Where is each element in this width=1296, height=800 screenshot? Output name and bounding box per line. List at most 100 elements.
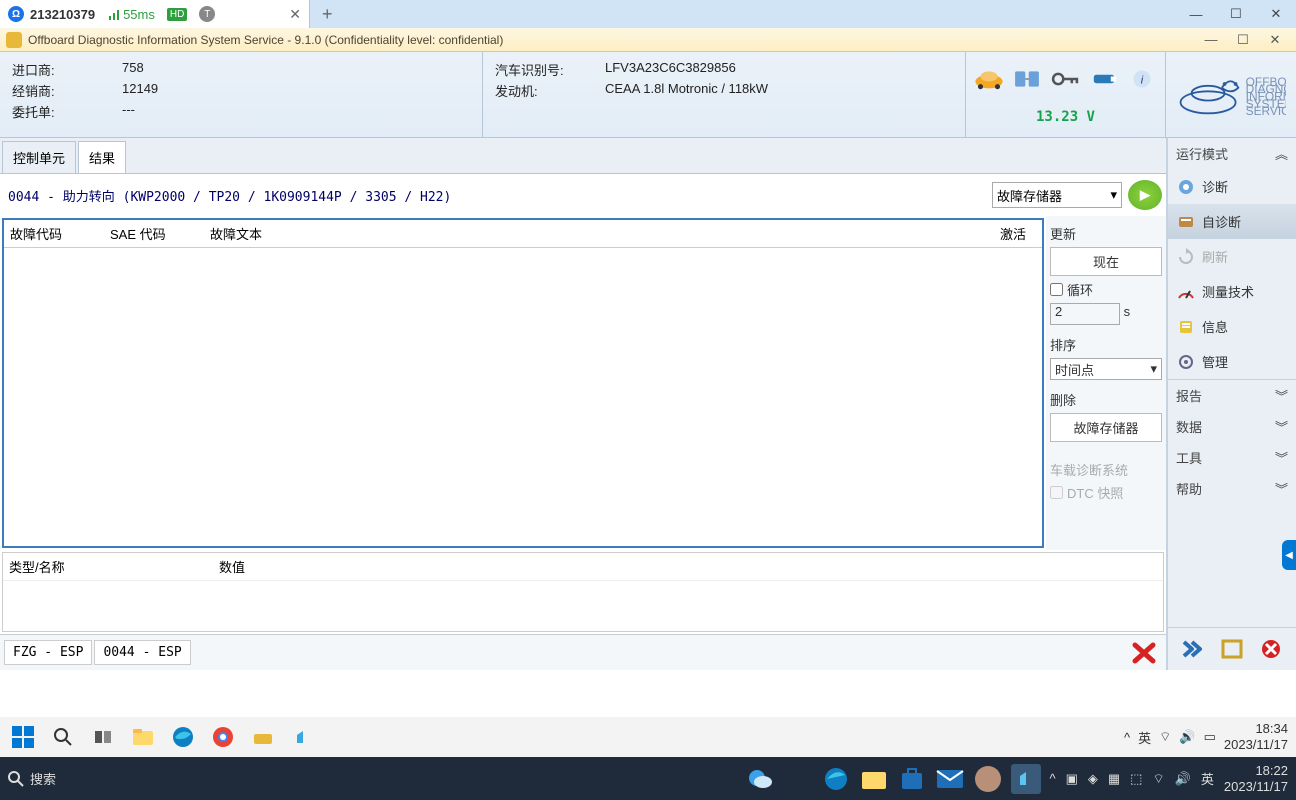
mode-header[interactable]: 运行模式︽	[1168, 138, 1296, 169]
section-tools[interactable]: 工具︾	[1168, 442, 1296, 473]
weather-icon[interactable]	[745, 764, 775, 794]
delete-store-button[interactable]: 故障存储器	[1050, 413, 1162, 442]
tray-chevron2-icon[interactable]: ^	[1049, 771, 1055, 786]
close-action-button[interactable]	[1126, 638, 1162, 668]
app-minimize-button[interactable]: —	[1196, 31, 1226, 49]
fullscreen-button[interactable]	[1214, 634, 1250, 664]
ping-indicator: 55ms	[109, 7, 155, 22]
explorer-icon[interactable]	[128, 722, 158, 752]
odis-logo: OFFBOARDDIAGNOSTICINFORMATIONSYSTEMSERVI…	[1166, 52, 1296, 137]
tray-icon-3[interactable]: ▦	[1108, 771, 1120, 787]
table-header: 故障代码 SAE 代码 故障文本 激活	[4, 220, 1042, 248]
now-button[interactable]: 现在	[1050, 247, 1162, 276]
tray-tab[interactable]: ◀	[1282, 540, 1296, 570]
avatar-icon[interactable]	[973, 764, 1003, 794]
section-data[interactable]: 数据︾	[1168, 411, 1296, 442]
exit-button[interactable]	[1253, 634, 1289, 664]
volume-icon[interactable]: 🔊	[1179, 729, 1195, 745]
update-label: 更新	[1050, 224, 1162, 243]
loop-checkbox[interactable]	[1050, 283, 1063, 296]
status-fzg: FZG - ESP	[4, 640, 92, 665]
search-icon[interactable]	[48, 722, 78, 752]
task-view-icon[interactable]	[88, 722, 118, 752]
sort-label: 排序	[1050, 335, 1162, 354]
forward-button[interactable]	[1175, 634, 1211, 664]
wifi-icon[interactable]: ⌔	[1159, 729, 1171, 745]
mode-select[interactable]: 故障存储器▾	[992, 182, 1122, 208]
explorer2-icon[interactable]	[859, 764, 889, 794]
tab-control-unit[interactable]: 控制单元	[2, 141, 76, 173]
info-icon[interactable]: i	[1125, 64, 1159, 94]
expand-icon: ︾	[1275, 448, 1288, 467]
nav-measurement[interactable]: 测量技术	[1168, 274, 1296, 309]
dtc-checkbox	[1050, 486, 1063, 499]
search-box[interactable]: 搜索	[8, 769, 56, 788]
nav-info[interactable]: 信息	[1168, 309, 1296, 344]
ime-indicator[interactable]: 英	[1138, 728, 1151, 747]
expand-icon: ︾	[1275, 386, 1288, 405]
signal-icon	[109, 8, 121, 20]
detail-table[interactable]: 类型/名称 数值	[2, 552, 1164, 632]
detail-header: 类型/名称 数值	[3, 553, 1163, 581]
app-icon	[6, 32, 22, 48]
odis-taskbar-icon[interactable]	[248, 722, 278, 752]
new-tab-button[interactable]: +	[310, 4, 345, 25]
favicon-icon: Ω	[8, 6, 24, 22]
nav-self-diagnosis[interactable]: 自诊断	[1168, 204, 1296, 239]
edge2-icon[interactable]	[821, 764, 851, 794]
app-maximize-button[interactable]: ☐	[1228, 31, 1258, 49]
car-icon[interactable]	[972, 64, 1006, 94]
browser-tab[interactable]: Ω 213210379 55ms HD T ✕	[0, 0, 310, 28]
app-close-button[interactable]: ✕	[1260, 31, 1290, 49]
delete-label: 删除	[1050, 390, 1162, 409]
status-module: 0044 - ESP	[94, 640, 190, 665]
active-app-icon[interactable]	[1011, 764, 1041, 794]
tray-icon-1[interactable]: ▣	[1066, 771, 1078, 787]
tab-results[interactable]: 结果	[78, 141, 126, 173]
key-icon[interactable]	[1048, 64, 1082, 94]
obd-label: 车载诊断系统	[1050, 460, 1162, 479]
connection-icon[interactable]	[1010, 64, 1044, 94]
app-taskbar-icon[interactable]	[288, 722, 318, 752]
nav-admin[interactable]: 管理	[1168, 344, 1296, 379]
store-icon[interactable]	[897, 764, 927, 794]
collapse-icon: ︽	[1275, 144, 1288, 163]
module-path: 0044 - 助力转向 (KWP2000 / TP20 / 1K0909144P…	[4, 182, 986, 209]
volume2-icon[interactable]: 🔊	[1175, 771, 1191, 787]
importer-block: 进口商:758 经销商:12149 委托单:---	[0, 52, 483, 137]
sort-select[interactable]: 时间点▾	[1050, 358, 1162, 380]
tab-title: 213210379	[30, 7, 95, 22]
expand-icon: ︾	[1275, 479, 1288, 498]
fault-table[interactable]: 故障代码 SAE 代码 故障文本 激活	[2, 218, 1044, 548]
start-button[interactable]	[8, 722, 38, 752]
chrome-icon[interactable]	[208, 722, 238, 752]
clock[interactable]: 18:342023/11/17	[1224, 721, 1288, 752]
interval-input[interactable]: 2	[1050, 303, 1120, 325]
edge-icon[interactable]	[168, 722, 198, 752]
tray-icon-4[interactable]: ⬚	[1130, 771, 1142, 787]
section-report[interactable]: 报告︾	[1168, 380, 1296, 411]
maximize-button[interactable]: ☐	[1216, 0, 1256, 28]
mail-icon[interactable]	[935, 764, 965, 794]
nav-diagnosis[interactable]: 诊断	[1168, 169, 1296, 204]
side-panel: 更新 现在 循环 2 s 排序 时间点▾ 删除 故障存储器 车载诊断系统 DTC…	[1046, 216, 1166, 550]
wifi2-icon[interactable]: ⌔	[1152, 771, 1164, 787]
toolbar-block: i 13.23 V	[966, 52, 1166, 137]
clock2[interactable]: 18:222023/11/17	[1224, 763, 1288, 794]
tray-icon-2[interactable]: ◈	[1088, 771, 1098, 787]
hd-badge: HD	[167, 8, 187, 21]
tray-chevron-icon[interactable]: ^	[1124, 730, 1130, 745]
go-button[interactable]: ▶	[1128, 180, 1162, 210]
usb-icon[interactable]	[1087, 64, 1121, 94]
app-title: Offboard Diagnostic Information System S…	[28, 33, 503, 47]
close-window-button[interactable]: ✕	[1256, 0, 1296, 28]
battery-icon[interactable]: ▭	[1204, 729, 1216, 745]
svg-text:SERVICE: SERVICE	[1246, 104, 1286, 118]
chevron-down-icon: ▾	[1150, 361, 1157, 377]
minimize-button[interactable]: —	[1176, 0, 1216, 28]
chevron-down-icon: ▾	[1110, 187, 1117, 203]
nav-refresh: 刷新	[1168, 239, 1296, 274]
ime2-indicator[interactable]: 英	[1201, 769, 1214, 788]
close-tab-icon[interactable]: ✕	[289, 6, 301, 23]
section-help[interactable]: 帮助︾	[1168, 473, 1296, 504]
